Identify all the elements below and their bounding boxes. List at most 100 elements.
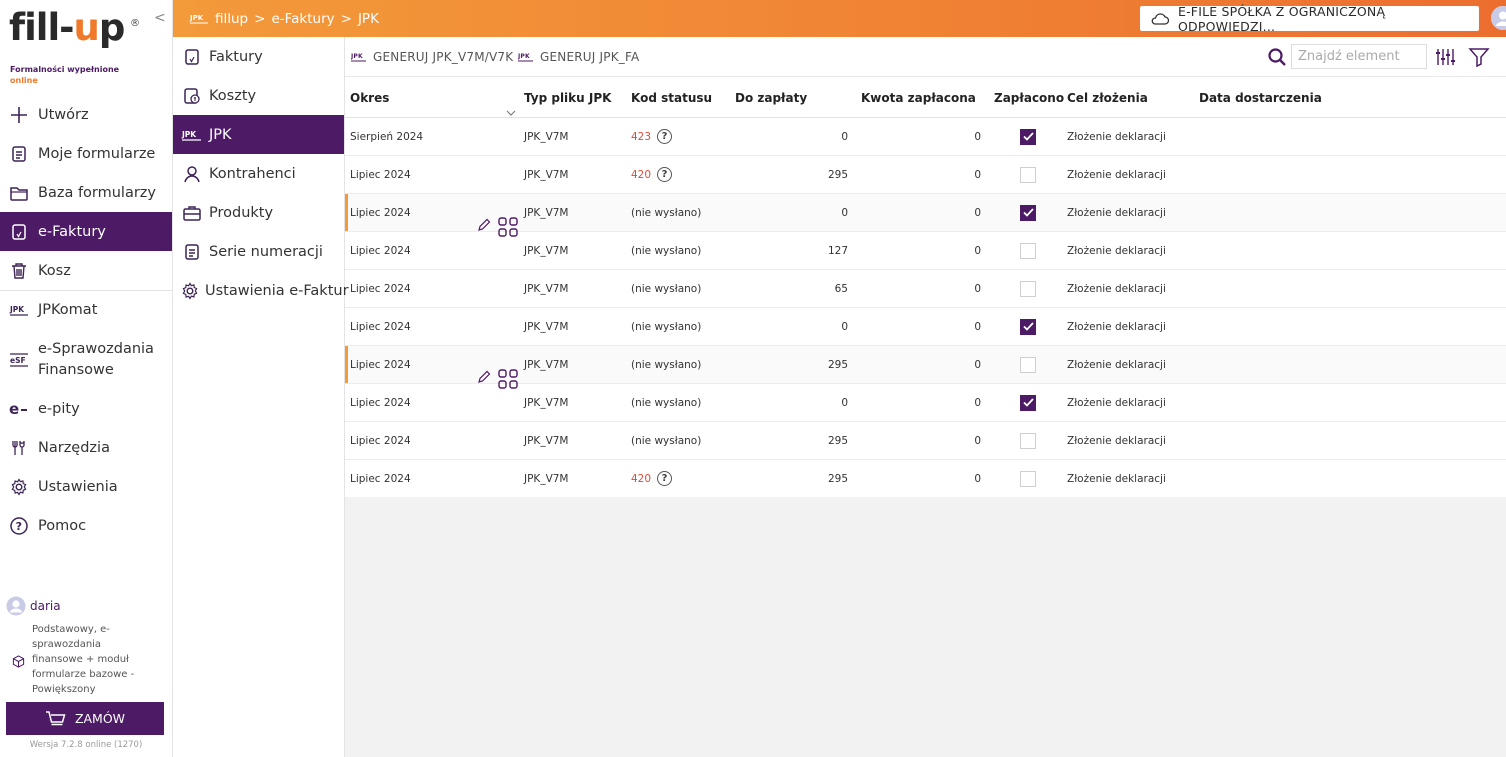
col-typ[interactable]: Typ pliku JPK [519,91,626,105]
paid-checkbox[interactable] [1020,280,1036,297]
sidebar-item-label: e-pity [38,401,80,418]
submenu-item-kontrahenci[interactable]: Kontrahenci [173,154,344,193]
paid-checkbox[interactable] [1020,394,1036,411]
col-data[interactable]: Data dostarczenia [1194,91,1394,105]
cell-cel: Złożenie deklaracji [1067,396,1166,409]
epity-icon: e [8,398,30,420]
col-kwota[interactable]: Kwota zapłacona [856,91,989,105]
submenu-item-koszty[interactable]: Koszty [173,76,344,115]
svg-text:?: ? [16,520,22,533]
collapse-sidebar-icon[interactable]: < [154,10,166,26]
document-icon [181,241,203,263]
jpk-icon: JPK [8,299,30,321]
help-icon[interactable]: ? [657,471,673,486]
submenu-item-serie-numeracji[interactable]: Serie numeracji [173,232,344,271]
sidebar-item-pomoc[interactable]: ? Pomoc [0,506,172,545]
table-row[interactable]: Lipiec 2024 JPK_V7M (nie wysłano) 0 0 Złożeni… [345,194,1506,237]
paid-checkbox[interactable] [1020,204,1036,221]
filter-icon[interactable] [1468,46,1490,68]
submenu-item-produkty[interactable]: Produkty [173,193,344,232]
chevron-down-icon[interactable] [506,105,516,119]
costs-icon [181,85,203,107]
sidebar-item-e-pity[interactable]: e e-pity [0,390,172,429]
sidebar-item-label: Kosz [38,262,71,279]
document-icon [8,143,30,165]
cell-cel: Złożenie deklaracji [1067,282,1166,295]
sidebar-item-jpkomat[interactable]: JPK JPKomat [0,291,172,330]
paid-checkbox[interactable] [1020,318,1036,335]
cell-typ: JPK_V7M [524,206,569,219]
col-do-zaplaty[interactable]: Do zapłaty [730,91,856,105]
cell-cel: Złożenie deklaracji [1067,434,1166,447]
table-row[interactable]: Lipiec 2024 JPK_V7M (nie wysłano) 295 0 Złoże… [345,346,1506,389]
search-icon[interactable] [1267,47,1287,67]
cell-do-zaplaty: 127 [827,244,848,257]
table-row[interactable]: Lipiec 2024 JPK_V7M (nie wysłano) 0 0 Złożeni… [345,308,1506,346]
svg-text:JPK: JPK [351,53,363,60]
paid-checkbox[interactable] [1020,242,1036,259]
generate-jpk-fa-button[interactable]: JPK GENERUJ JPK_FA [518,37,639,77]
paid-checkbox[interactable] [1020,470,1036,487]
submenu-item-jpk[interactable]: JPK JPK [173,115,344,154]
cell-do-zaplaty: 0 [841,320,848,333]
table-row[interactable]: Lipiec 2024 JPK_V7M (nie wysłano) 0 0 Złożeni… [345,384,1506,422]
table-row[interactable]: Lipiec 2024 JPK_V7M (nie wysłano) 295 0 Złoże… [345,422,1506,460]
sidebar-item-moje-formularze[interactable]: Moje formularze [0,135,172,174]
sidebar-item-label: Utwórz [38,107,89,124]
cell-kwota: 0 [974,396,981,409]
submenu-item-faktury[interactable]: Faktury [173,37,344,76]
cell-okres: Lipiec 2024 [345,359,519,389]
table-row[interactable]: Lipiec 2024 JPK_V7M 420? 295 0 Złożenie dekla… [345,460,1506,498]
table-row[interactable]: Lipiec 2024 JPK_V7M 420? 295 0 Złożenie dekla… [345,156,1506,194]
cell-kwota: 0 [974,206,981,219]
user-name[interactable]: daria [6,596,166,616]
main-sidebar: fill-up ® Formalności wypełnione online <… [0,0,173,757]
breadcrumb-e-faktury[interactable]: e-Faktury [271,11,334,27]
person-icon [181,163,203,185]
order-button[interactable]: ZAMÓW [6,702,164,735]
table-row[interactable]: Lipiec 2024 JPK_V7M (nie wysłano) 127 0 Złoże… [345,232,1506,270]
jpk-icon: JPK [518,51,534,63]
breadcrumb-fillup[interactable]: fillup [215,11,248,27]
user-avatar[interactable] [1491,6,1506,30]
cell-do-zaplaty: 65 [834,282,848,295]
table-body: Sierpień 2024 JPK_V7M 423? 0 0 Złożenie dekla… [345,118,1506,498]
breadcrumb-jpk: JPK [357,10,379,27]
cell-typ: JPK_V7M [524,434,569,447]
sidebar-item-baza-formularzy[interactable]: Baza formularzy [0,174,172,213]
paid-checkbox[interactable] [1020,166,1036,183]
paid-checkbox[interactable] [1020,432,1036,449]
generate-jpk-v7-button[interactable]: JPK GENERUJ JPK_V7M/V7K [351,37,513,77]
col-kod[interactable]: Kod statusu [626,91,730,105]
sidebar-nav: Utwórz Moje formularze Baza formularzy e… [0,96,172,545]
sidebar-item-ustawienia[interactable]: Ustawienia [0,467,172,506]
col-cel[interactable]: Cel złożenia [1062,91,1194,105]
table-row[interactable]: Sierpień 2024 JPK_V7M 423? 0 0 Złożenie dekla… [345,118,1506,156]
column-settings-icon[interactable] [1434,46,1456,68]
company-selector[interactable]: E-FILE SPÓŁKA Z OGRANICZONĄ ODPOWIEDZI..… [1140,4,1479,34]
gear-icon [181,280,199,302]
paid-checkbox[interactable] [1020,356,1036,373]
sidebar-item-e-faktury[interactable]: e-Faktury [0,212,172,252]
col-zaplacono[interactable]: Zapłacono [989,91,1064,105]
cell-kod: (nie wysłano) [626,435,730,447]
status-code: 423 [631,130,652,143]
jpk-icon: JPK [181,124,203,146]
cell-kod: (nie wysłano) [626,283,730,295]
paid-checkbox[interactable] [1020,128,1036,145]
search-input[interactable] [1291,44,1427,69]
col-okres[interactable]: Okres [345,91,519,116]
help-icon[interactable]: ? [657,129,673,144]
sidebar-item-kosz[interactable]: Kosz [0,251,172,290]
help-icon[interactable]: ? [657,167,673,182]
search-box [1267,44,1427,69]
cell-cel: Złożenie deklaracji [1067,472,1166,485]
table-row[interactable]: Lipiec 2024 JPK_V7M (nie wysłano) 65 0 Złożen… [345,270,1506,308]
brand-logo[interactable]: fill-up ® [9,6,140,50]
status-code: (nie wysłano) [631,206,702,219]
submenu-item-ustawienia-e-faktur[interactable]: Ustawienia e-Faktur [173,271,349,310]
svg-text:e: e [9,401,19,417]
sidebar-item-utworz[interactable]: Utwórz [0,96,172,135]
sidebar-item-narzedzia[interactable]: Narzędzia [0,429,172,468]
sidebar-item-e-sprawozdania[interactable]: eSF e-Sprawozdania Finansowe [0,330,172,390]
